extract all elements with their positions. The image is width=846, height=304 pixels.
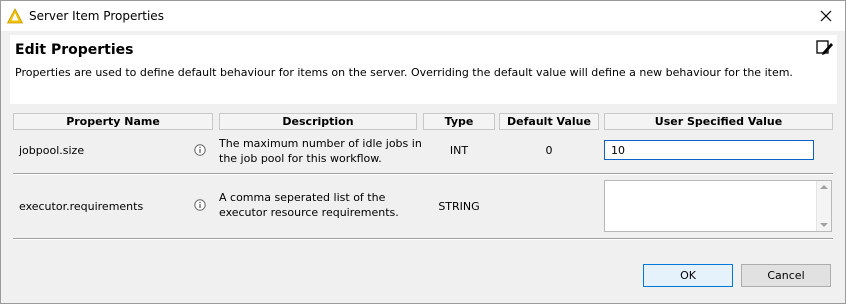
property-type: STRING bbox=[438, 200, 480, 213]
header-panel: Edit Properties Properties are used to d… bbox=[10, 35, 837, 104]
page-title: Edit Properties bbox=[15, 42, 134, 58]
col-header-type: Type bbox=[423, 113, 495, 130]
info-icon[interactable] bbox=[194, 199, 206, 211]
property-description: The maximum number of idle jobs in the j… bbox=[219, 137, 422, 165]
close-button[interactable] bbox=[815, 5, 837, 27]
row-divider bbox=[13, 238, 833, 240]
col-header-user-value: User Specified Value bbox=[604, 113, 833, 130]
scroll-up-icon[interactable] bbox=[820, 185, 828, 189]
edit-icon bbox=[816, 40, 833, 55]
warning-triangle-icon bbox=[7, 8, 23, 24]
col-header-description: Description bbox=[219, 113, 417, 130]
close-icon bbox=[820, 10, 832, 22]
col-header-property-name: Property Name bbox=[13, 113, 213, 130]
property-name: executor.requirements bbox=[19, 200, 144, 213]
window-title: Server Item Properties bbox=[29, 9, 164, 23]
title-bar: Server Item Properties bbox=[1, 1, 845, 31]
cancel-button[interactable]: Cancel bbox=[741, 264, 831, 287]
properties-table: Property Name Description Type Default V… bbox=[13, 113, 833, 241]
property-type: INT bbox=[449, 144, 469, 157]
user-value-textarea[interactable] bbox=[605, 181, 817, 231]
row-divider bbox=[13, 173, 833, 175]
property-name: jobpool.size bbox=[19, 144, 85, 157]
vertical-scrollbar[interactable] bbox=[816, 181, 831, 231]
ok-button[interactable]: OK bbox=[643, 264, 733, 287]
property-default-value: 0 bbox=[545, 144, 553, 157]
col-header-default-value: Default Value bbox=[499, 113, 599, 130]
scroll-down-icon[interactable] bbox=[820, 223, 828, 227]
info-icon[interactable] bbox=[194, 144, 206, 156]
property-description: A comma seperated list of the executor r… bbox=[219, 191, 399, 219]
user-value-input[interactable] bbox=[604, 140, 814, 160]
user-value-textarea-container bbox=[604, 180, 832, 232]
dialog-window: Server Item Properties Edit Properties P… bbox=[0, 0, 846, 304]
page-description: Properties are used to define default be… bbox=[15, 66, 793, 79]
